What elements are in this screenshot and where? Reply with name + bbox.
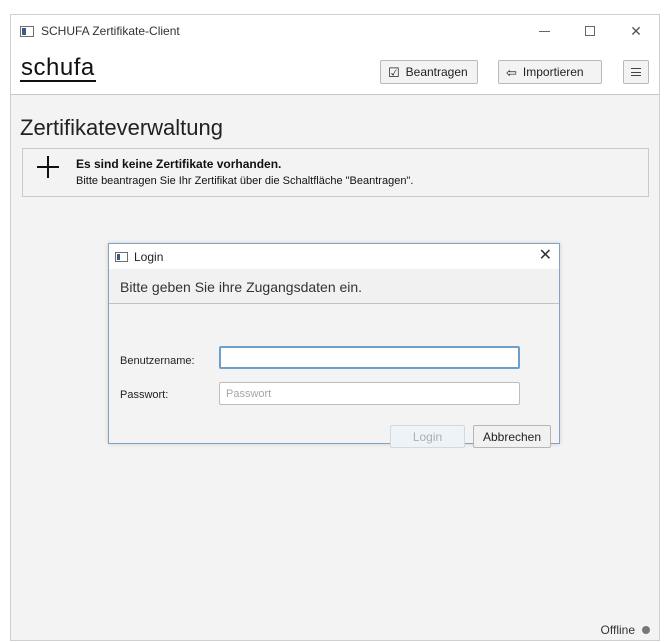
cancel-button[interactable]: Abbrechen [473, 425, 551, 448]
title-bar: SCHUFA Zertifikate-Client ✕ [11, 15, 659, 47]
edit-icon: ☑ [388, 64, 400, 80]
username-field[interactable] [219, 346, 520, 369]
notice-text: Bitte beantragen Sie Ihr Zertifikat über… [76, 175, 414, 187]
toolbar: schufa ☑ Beantragen ⇦ Importieren [11, 47, 659, 95]
password-field[interactable] [219, 382, 520, 405]
minimize-button[interactable] [521, 15, 567, 47]
close-window-button[interactable]: ✕ [613, 15, 659, 47]
beantragen-button[interactable]: ☑ Beantragen [380, 60, 478, 84]
schufa-logo: schufa [20, 54, 96, 82]
dialog-title: Login [134, 249, 164, 264]
dialog-close-icon[interactable]: ✕ [539, 247, 552, 265]
maximize-button[interactable] [567, 15, 613, 47]
username-label: Benutzername: [120, 355, 195, 367]
dialog-header-text: Bitte geben Sie ihre Zugangsdaten ein. [120, 279, 363, 295]
close-icon: ✕ [630, 22, 642, 39]
menu-button[interactable] [623, 60, 649, 84]
minimize-icon [538, 30, 550, 32]
beantragen-label: Beantragen [405, 65, 468, 79]
dialog-app-icon [115, 251, 128, 262]
no-certificates-notice[interactable]: Es sind keine Zertifikate vorhanden. Bit… [22, 148, 649, 197]
window-title: SCHUFA Zertifikate-Client [41, 24, 180, 38]
login-dialog: Login ✕ Bitte geben Sie ihre Zugangsdate… [108, 243, 560, 448]
hamburger-icon [631, 68, 641, 76]
page-title: Zertifikateverwaltung [20, 115, 223, 140]
status-bar: Offline [11, 615, 659, 642]
app-window: SCHUFA Zertifikate-Client ✕ schufa ☑ Bea… [10, 14, 660, 641]
plus-icon [37, 156, 59, 178]
notice-title: Es sind keine Zertifikate vorhanden. [76, 157, 282, 171]
password-label: Passwort: [120, 389, 169, 401]
dialog-title-bar: Login ✕ [109, 244, 559, 269]
status-indicator-icon [642, 626, 650, 634]
login-button[interactable]: Login [390, 425, 465, 448]
dialog-header: Bitte geben Sie ihre Zugangsdaten ein. [109, 269, 559, 304]
importieren-label: Importieren [522, 65, 584, 79]
status-text: Offline [600, 623, 635, 637]
import-icon: ⇦ [506, 64, 517, 80]
maximize-icon [585, 26, 595, 36]
window-controls: ✕ [521, 15, 659, 47]
importieren-button[interactable]: ⇦ Importieren [498, 60, 602, 84]
app-icon [20, 25, 34, 37]
